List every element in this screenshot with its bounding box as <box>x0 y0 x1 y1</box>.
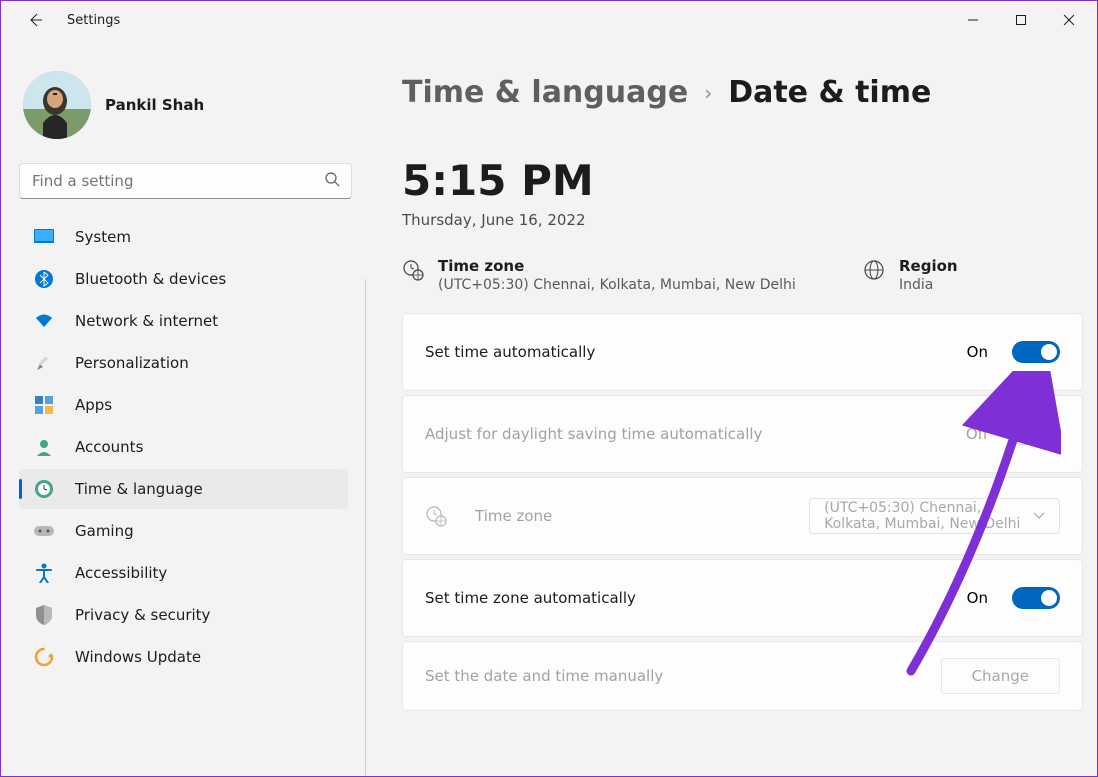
titlebar: Settings <box>1 1 1097 39</box>
change-button[interactable]: Change <box>941 658 1060 694</box>
shield-icon <box>33 604 55 626</box>
card-label: Set time automatically <box>425 343 595 361</box>
sidebar-item-gaming[interactable]: Gaming <box>19 511 348 551</box>
sidebar-item-apps[interactable]: Apps <box>19 385 348 425</box>
timezone-select[interactable]: (UTC+05:30) Chennai, Kolkata, Mumbai, Ne… <box>809 498 1060 534</box>
sidebar-item-label: System <box>75 228 131 246</box>
sidebar-item-label: Personalization <box>75 354 189 372</box>
info-label: Region <box>899 257 958 275</box>
card-set-tz-auto: Set time zone automatically On <box>402 559 1083 637</box>
region-info[interactable]: Region India <box>863 257 1083 293</box>
breadcrumb: Time & language › Date & time <box>402 75 1083 110</box>
timezone-info[interactable]: Time zone (UTC+05:30) Chennai, Kolkata, … <box>402 257 845 293</box>
chevron-down-icon <box>1033 508 1045 524</box>
update-icon <box>33 646 55 668</box>
wifi-icon <box>33 310 55 332</box>
sidebar-item-bluetooth[interactable]: Bluetooth & devices <box>19 259 348 299</box>
breadcrumb-parent[interactable]: Time & language <box>402 75 688 110</box>
current-date: Thursday, June 16, 2022 <box>402 211 1083 229</box>
system-icon <box>33 226 55 248</box>
sidebar-item-accessibility[interactable]: Accessibility <box>19 553 348 593</box>
avatar <box>23 71 91 139</box>
back-button[interactable] <box>21 6 49 34</box>
toggle-dst-auto <box>1012 423 1060 445</box>
maximize-button[interactable] <box>997 4 1045 36</box>
gaming-icon <box>33 520 55 542</box>
sidebar-item-label: Apps <box>75 396 112 414</box>
settings-cards: Set time automatically On Adjust for day… <box>402 313 1083 711</box>
card-label: Adjust for daylight saving time automati… <box>425 425 762 443</box>
search-input[interactable] <box>19 163 352 199</box>
scrollbar-track[interactable] <box>365 279 366 776</box>
bluetooth-icon <box>33 268 55 290</box>
card-manual-datetime: Set the date and time manually Change <box>402 641 1083 711</box>
toggle-set-tz-auto[interactable] <box>1012 587 1060 609</box>
window-title: Settings <box>67 13 120 28</box>
select-value: (UTC+05:30) Chennai, Kolkata, Mumbai, Ne… <box>824 500 1033 532</box>
info-label: Time zone <box>438 257 796 275</box>
card-label: Time zone <box>475 507 552 525</box>
accessibility-icon <box>33 562 55 584</box>
clock-globe-icon <box>402 259 424 281</box>
search-wrap <box>19 163 352 199</box>
main-content: Time & language › Date & time 5:15 PM Th… <box>366 39 1097 776</box>
user-name: Pankil Shah <box>105 96 204 114</box>
sidebar-item-label: Accessibility <box>75 564 167 582</box>
accounts-icon <box>33 436 55 458</box>
nav-list: System Bluetooth & devices Network & int… <box>19 217 356 677</box>
search-icon <box>324 171 340 191</box>
toggle-state: On <box>967 589 988 607</box>
close-button[interactable] <box>1045 4 1093 36</box>
sidebar-item-label: Accounts <box>75 438 143 456</box>
card-label: Set the date and time manually <box>425 667 663 685</box>
sidebar-item-system[interactable]: System <box>19 217 348 257</box>
toggle-state: Off <box>966 425 988 443</box>
info-row: Time zone (UTC+05:30) Chennai, Kolkata, … <box>402 257 1083 293</box>
info-value: (UTC+05:30) Chennai, Kolkata, Mumbai, Ne… <box>438 277 796 293</box>
minimize-button[interactable] <box>949 4 997 36</box>
card-set-time-auto: Set time automatically On <box>402 313 1083 391</box>
chevron-right-icon: › <box>704 81 712 105</box>
window-controls <box>949 4 1093 36</box>
sidebar-item-privacy[interactable]: Privacy & security <box>19 595 348 635</box>
sidebar-item-label: Gaming <box>75 522 134 540</box>
page-title: Date & time <box>728 75 931 110</box>
info-value: India <box>899 277 958 293</box>
globe-icon <box>863 259 885 281</box>
sidebar-item-label: Time & language <box>75 480 203 498</box>
user-account[interactable]: Pankil Shah <box>23 71 356 139</box>
toggle-state: On <box>967 343 988 361</box>
clock-globe-icon <box>33 478 55 500</box>
sidebar-item-accounts[interactable]: Accounts <box>19 427 348 467</box>
paintbrush-icon <box>33 352 55 374</box>
sidebar-item-label: Bluetooth & devices <box>75 270 226 288</box>
sidebar-item-label: Privacy & security <box>75 606 210 624</box>
sidebar-item-label: Network & internet <box>75 312 218 330</box>
sidebar: Pankil Shah System Bluetooth & devices N… <box>1 39 366 776</box>
toggle-set-time-auto[interactable] <box>1012 341 1060 363</box>
sidebar-item-windows-update[interactable]: Windows Update <box>19 637 348 677</box>
sidebar-item-time-language[interactable]: Time & language <box>19 469 348 509</box>
sidebar-item-personalization[interactable]: Personalization <box>19 343 348 383</box>
sidebar-item-network[interactable]: Network & internet <box>19 301 348 341</box>
sidebar-item-label: Windows Update <box>75 648 201 666</box>
apps-icon <box>33 394 55 416</box>
current-time: 5:15 PM <box>402 156 1083 205</box>
card-dst-auto: Adjust for daylight saving time automati… <box>402 395 1083 473</box>
clock-globe-icon <box>425 505 447 527</box>
card-label: Set time zone automatically <box>425 589 636 607</box>
card-timezone-select: Time zone (UTC+05:30) Chennai, Kolkata, … <box>402 477 1083 555</box>
